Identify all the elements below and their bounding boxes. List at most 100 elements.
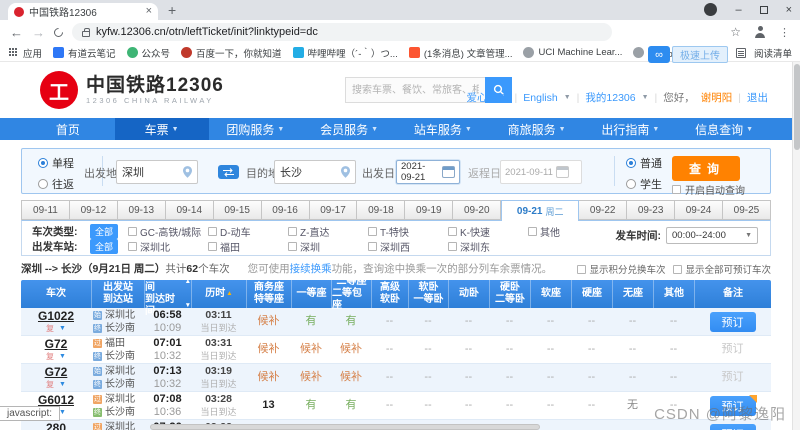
new-tab-button[interactable]: + — [168, 3, 176, 17]
bookmark-item[interactable]: 有道云笔记 — [53, 46, 116, 60]
tab-close-icon[interactable]: × — [146, 6, 152, 17]
trip-type-radio[interactable] — [38, 179, 48, 189]
return-date-input[interactable]: 2021-09-11 — [500, 160, 582, 184]
book-button[interactable]: 预订 — [710, 312, 756, 332]
depart-time-select[interactable]: 00:00--24:00 ▼ — [666, 227, 758, 244]
summary-checkbox-option[interactable]: 显示积分兑换车次 — [577, 262, 665, 276]
depart-date-input[interactable]: 2021-09-21 — [396, 160, 460, 184]
date-tab-09-19[interactable]: 09-19 — [405, 200, 453, 220]
date-tab-09-23[interactable]: 09-23 — [627, 200, 675, 220]
minimize-button[interactable]: – — [735, 4, 741, 16]
bookmark-item[interactable]: UCI Machine Lear... — [523, 47, 622, 58]
to-station-input[interactable]: 长沙 — [274, 160, 356, 184]
reading-list-label[interactable]: 阅读清单 — [754, 46, 792, 60]
train-type-checkbox[interactable] — [368, 227, 377, 236]
depart-station-checkbox[interactable] — [288, 242, 297, 251]
url-text[interactable]: kyfw.12306.cn/otn/leftTicket/init?linkty… — [96, 26, 318, 38]
summary-checkbox[interactable] — [673, 265, 682, 274]
english-link[interactable]: English — [523, 92, 557, 104]
address-bar[interactable]: kyfw.12306.cn/otn/leftTicket/init?linkty… — [72, 23, 612, 41]
forward-icon[interactable]: → — [32, 26, 45, 39]
expand-caret-icon[interactable]: ▼ — [59, 322, 66, 335]
reload-icon[interactable] — [52, 26, 65, 39]
date-tab-09-24[interactable]: 09-24 — [675, 200, 723, 220]
date-tab-09-17[interactable]: 09-17 — [310, 200, 358, 220]
train-type-option[interactable]: 其他 — [528, 224, 608, 239]
train-type-checkbox[interactable] — [528, 227, 537, 236]
site-search-input[interactable] — [345, 77, 485, 103]
bookmark-item[interactable]: 应用 — [8, 46, 42, 60]
depart-station-checkbox[interactable] — [128, 242, 137, 251]
vertical-scrollbar-thumb[interactable] — [794, 64, 800, 150]
depart-station-checkbox[interactable] — [448, 242, 457, 251]
nav-item-信息查询[interactable]: 信息查询▼ — [677, 118, 771, 140]
back-icon[interactable]: ← — [10, 26, 23, 39]
book-button[interactable]: 预订 — [710, 424, 756, 430]
calendar-icon[interactable] — [442, 166, 455, 178]
depart-station-all-badge[interactable]: 全部 — [90, 239, 118, 254]
depart-station-checkbox[interactable] — [368, 242, 377, 251]
site-logo[interactable]: 工 中国铁路12306 12306 CHINA RAILWAY — [40, 71, 224, 109]
train-type-checkbox[interactable] — [288, 227, 297, 236]
sort-arrow-icon[interactable]: ▲ — [226, 288, 232, 300]
date-tab-09-11[interactable]: 09-11 — [21, 200, 70, 220]
nav-item-首页[interactable]: 首页 — [21, 118, 115, 140]
maximize-button[interactable] — [760, 6, 768, 14]
train-type-option[interactable]: K-快速 — [448, 224, 528, 239]
my12306-link[interactable]: 我的12306 — [585, 90, 635, 105]
bookmark-item[interactable]: 公众号 — [127, 46, 171, 60]
vertical-scrollbar[interactable] — [792, 62, 800, 430]
train-type-option[interactable]: Z-直达 — [288, 224, 368, 239]
passenger-type-radio[interactable] — [626, 179, 636, 189]
nav-item-站车服务[interactable]: 站车服务▼ — [396, 118, 490, 140]
profile-avatar-icon[interactable] — [753, 25, 767, 39]
summary-checkbox[interactable] — [577, 265, 586, 274]
logout-link[interactable]: 退出 — [747, 90, 768, 105]
nav-item-出行指南[interactable]: 出行指南▼ — [584, 118, 678, 140]
query-search-button[interactable]: 查询 — [672, 156, 740, 181]
browser-profile-icon[interactable] — [704, 3, 717, 16]
train-number-link[interactable]: G1022 — [38, 310, 74, 323]
date-tab-09-12[interactable]: 09-12 — [70, 200, 118, 220]
swap-stations-button[interactable] — [218, 165, 239, 179]
date-tab-09-13[interactable]: 09-13 — [118, 200, 166, 220]
train-type-option[interactable]: D-动车 — [208, 224, 288, 239]
nav-item-车票[interactable]: 车票▼ — [115, 118, 209, 140]
date-tab-09-15[interactable]: 09-15 — [214, 200, 262, 220]
train-type-checkbox[interactable] — [448, 227, 457, 236]
date-tab-09-20[interactable]: 09-20 — [453, 200, 501, 220]
depart-station-option[interactable]: 深圳北 — [128, 239, 208, 254]
auto-query-checkbox[interactable] — [672, 185, 681, 194]
care-mode-link[interactable]: 爱心模式 — [467, 90, 509, 105]
depart-station-option[interactable]: 深圳西 — [368, 239, 448, 254]
summary-checkbox-option[interactable]: 显示全部可预订车次 — [673, 262, 771, 276]
bookmark-item[interactable]: 哔哩哔哩（´-｀）つ... — [293, 46, 398, 60]
nav-item-团购服务[interactable]: 团购服务▼ — [209, 118, 303, 140]
expand-caret-icon[interactable]: ▼ — [59, 378, 66, 391]
train-number-link[interactable]: 280 — [46, 422, 66, 430]
expand-caret-icon[interactable]: ▼ — [59, 350, 66, 363]
baidu-netdisk-extension-icon[interactable]: ∞ — [648, 46, 670, 63]
browser-tab[interactable]: 中国铁路12306 × — [8, 3, 158, 20]
passenger-type-option[interactable]: 学生 — [626, 176, 662, 192]
padlock-icon[interactable] — [82, 31, 90, 37]
close-button[interactable]: × — [786, 4, 792, 16]
date-tab-09-18[interactable]: 09-18 — [357, 200, 405, 220]
passenger-type-radio[interactable] — [626, 158, 636, 168]
transfer-link[interactable]: 接续换乘 — [290, 263, 332, 275]
username-link[interactable]: 谢明阳 — [701, 90, 733, 105]
expand-caret-icon[interactable]: ▼ — [59, 406, 66, 419]
from-station-input[interactable]: 深圳 — [116, 160, 198, 184]
depart-station-option[interactable]: 深圳东 — [448, 239, 528, 254]
date-tab-09-25[interactable]: 09-25 — [723, 200, 771, 220]
nav-item-会员服务[interactable]: 会员服务▼ — [302, 118, 396, 140]
depart-station-option[interactable]: 福田 — [208, 239, 288, 254]
auto-query-option[interactable]: 开启自动查询 — [672, 182, 745, 197]
bookmark-item[interactable]: 百度一下，你就知道 — [181, 46, 282, 60]
depart-station-option[interactable]: 深圳 — [288, 239, 368, 254]
train-type-checkbox[interactable] — [128, 227, 137, 236]
bookmark-star-icon[interactable]: ☆ — [730, 25, 741, 39]
nav-item-商旅服务[interactable]: 商旅服务▼ — [490, 118, 584, 140]
passenger-type-option[interactable]: 普通 — [626, 155, 662, 171]
train-type-option[interactable]: GC-高铁/城际 — [128, 224, 208, 239]
